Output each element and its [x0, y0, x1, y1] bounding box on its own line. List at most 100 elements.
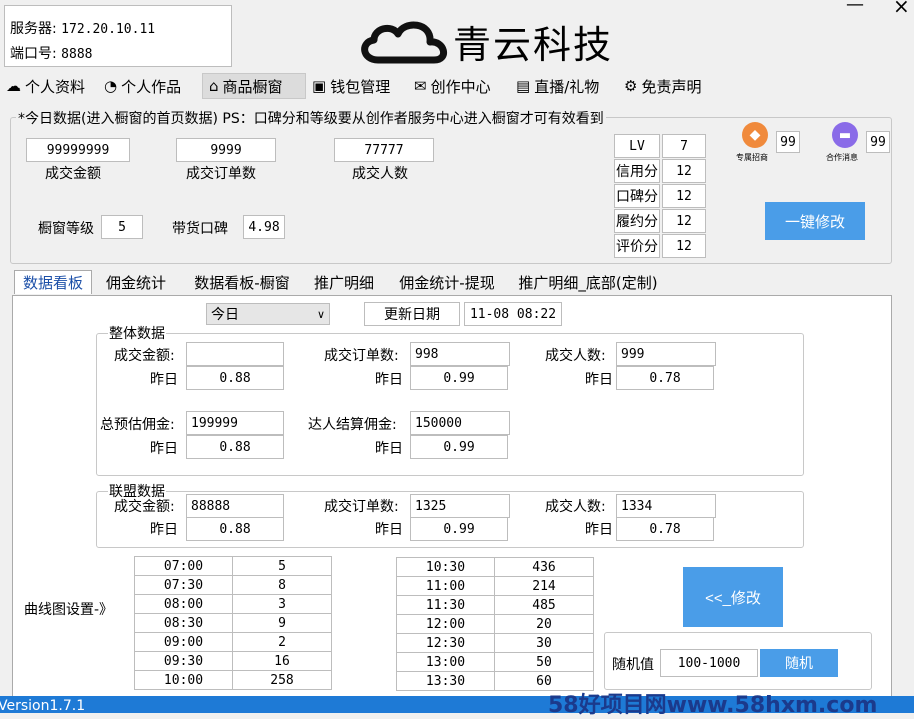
- value-cell[interactable]: 485: [494, 595, 594, 615]
- nav-item-store[interactable]: ⌂ 商品橱窗: [202, 73, 306, 99]
- coop-badge[interactable]: ▬ 合作消息: [826, 122, 866, 166]
- settled-commission-yesterday[interactable]: 0.99: [410, 435, 508, 459]
- time-cell[interactable]: 10:30: [396, 557, 495, 577]
- gmv-field[interactable]: 99999999: [26, 138, 130, 162]
- score-value[interactable]: 12: [662, 234, 706, 258]
- score-value[interactable]: 12: [662, 209, 706, 233]
- tab-promo-detail[interactable]: 推广明细: [304, 270, 384, 294]
- alliance-orders-yesterday[interactable]: 0.99: [410, 517, 508, 541]
- close-button[interactable]: ×: [893, 0, 910, 18]
- time-cell[interactable]: 07:00: [134, 556, 233, 576]
- port-row: 端口号: 8888: [10, 43, 92, 63]
- alliance-buyers-yesterday[interactable]: 0.78: [616, 517, 714, 541]
- settled-commission-field[interactable]: 150000: [410, 411, 510, 435]
- value-cell[interactable]: 3: [232, 594, 332, 614]
- overall-gmv-field[interactable]: [186, 342, 284, 366]
- alliance-gmv-field[interactable]: 88888: [186, 494, 284, 518]
- period-select-value: 今日: [211, 306, 239, 322]
- curve-table-left: 07:00 5 07:30 8 08:00 3 08:30 9 09:00 2 09:30…: [134, 556, 332, 690]
- tab-promo-detail-custom[interactable]: 推广明细_底部(定制): [508, 270, 668, 294]
- overall-buyers-field[interactable]: 999: [616, 342, 716, 366]
- nav-item-creator[interactable]: ✉ 创作中心: [414, 73, 512, 99]
- shop-level-field[interactable]: 5: [101, 215, 143, 239]
- merchant-badge[interactable]: ◆ 专属招商: [736, 122, 776, 166]
- time-cell[interactable]: 09:00: [134, 632, 233, 652]
- time-cell[interactable]: 08:00: [134, 594, 233, 614]
- coop-count: 99: [866, 131, 890, 153]
- est-commission-yesterday[interactable]: 0.88: [186, 435, 284, 459]
- yesterday-label: 昨日: [150, 372, 178, 388]
- one-click-modify-button[interactable]: 一键修改: [765, 202, 865, 240]
- modify-curve-button[interactable]: <<_修改: [683, 567, 783, 627]
- time-cell[interactable]: 07:30: [134, 575, 233, 595]
- tab-dashboard-window[interactable]: 数据看板-橱窗: [180, 270, 304, 294]
- value-cell[interactable]: 16: [232, 651, 332, 671]
- orders-field[interactable]: 9999: [176, 138, 276, 162]
- minimize-button[interactable]: —: [846, 0, 864, 15]
- time-cell[interactable]: 11:30: [396, 595, 495, 615]
- time-cell[interactable]: 08:30: [134, 613, 233, 633]
- alliance-orders-field[interactable]: 1325: [410, 494, 510, 518]
- nav-item-works[interactable]: ◔ 个人作品: [104, 73, 200, 99]
- value-cell[interactable]: 258: [232, 670, 332, 690]
- value-cell[interactable]: 436: [494, 557, 594, 577]
- overall-orders-field[interactable]: 998: [410, 342, 510, 366]
- server-row: 服务器: 172.20.10.11: [10, 18, 155, 38]
- time-cell[interactable]: 09:30: [134, 651, 233, 671]
- value-cell[interactable]: 214: [494, 576, 594, 596]
- tab-commission[interactable]: 佣金统计: [96, 270, 176, 294]
- value-cell[interactable]: 9: [232, 613, 332, 633]
- time-cell[interactable]: 13:30: [396, 671, 495, 691]
- time-cell[interactable]: 13:00: [396, 652, 495, 672]
- est-commission-field[interactable]: 199999: [186, 411, 284, 435]
- period-select[interactable]: 今日 ∨: [206, 303, 330, 325]
- score-value[interactable]: 12: [662, 159, 706, 183]
- orders-label: 成交订单数: [186, 166, 256, 182]
- overall-orders-yesterday[interactable]: 0.99: [410, 366, 508, 390]
- tab-label: 佣金统计: [105, 273, 166, 292]
- coop-badge-label: 合作消息: [826, 153, 858, 162]
- live-icon: ▤: [516, 77, 531, 95]
- table-row: 12:30 30: [396, 633, 594, 653]
- nav-item-live[interactable]: ▤ 直播/礼物: [516, 73, 620, 99]
- message-icon: ▬: [832, 122, 858, 148]
- mail-icon: ✉: [414, 77, 427, 95]
- yesterday-label: 昨日: [585, 522, 613, 538]
- score-value[interactable]: 7: [662, 134, 706, 158]
- score-value[interactable]: 12: [662, 184, 706, 208]
- reputation-field[interactable]: 4.98: [243, 215, 285, 239]
- table-row: 10:30 436: [396, 557, 594, 577]
- nav-item-profile[interactable]: ☁ 个人资料: [2, 73, 100, 99]
- overall-gmv-yesterday[interactable]: 0.88: [186, 366, 284, 390]
- table-row: 08:30 9: [134, 613, 332, 633]
- tab-commission-withdraw[interactable]: 佣金统计-提现: [388, 270, 506, 294]
- random-range-field[interactable]: 100-1000: [660, 649, 758, 677]
- alliance-buyers-field[interactable]: 1334: [616, 494, 716, 518]
- overall-buyers-yesterday[interactable]: 0.78: [616, 366, 714, 390]
- value-cell[interactable]: 30: [494, 633, 594, 653]
- nav-label: 直播/礼物: [534, 77, 600, 96]
- value-cell[interactable]: 5: [232, 556, 332, 576]
- chevron-down-icon: ∨: [316, 308, 325, 321]
- update-date-field[interactable]: 11-08 08:22: [464, 302, 562, 326]
- time-cell[interactable]: 11:00: [396, 576, 495, 596]
- time-cell[interactable]: 12:00: [396, 614, 495, 634]
- value-cell[interactable]: 2: [232, 632, 332, 652]
- buyers-field[interactable]: 77777: [334, 138, 434, 162]
- nav-item-wallet[interactable]: ▣ 钱包管理: [312, 73, 410, 99]
- tab-label: 数据看板-橱窗: [194, 273, 290, 292]
- nav-item-disclaimer[interactable]: ⚙ 免责声明: [624, 73, 722, 99]
- random-button[interactable]: 随机: [760, 649, 838, 677]
- yesterday-label: 昨日: [375, 441, 403, 457]
- update-date-label: 更新日期: [364, 302, 460, 326]
- value-cell[interactable]: 50: [494, 652, 594, 672]
- value-cell[interactable]: 20: [494, 614, 594, 634]
- time-cell[interactable]: 10:00: [134, 670, 233, 690]
- alliance-gmv-yesterday[interactable]: 0.88: [186, 517, 284, 541]
- tab-dashboard[interactable]: 数据看板: [14, 270, 92, 294]
- nav-label: 钱包管理: [330, 77, 391, 96]
- time-cell[interactable]: 12:30: [396, 633, 495, 653]
- overall-data-title: 整体数据: [108, 323, 166, 343]
- wallet-icon: ▣: [312, 77, 327, 95]
- value-cell[interactable]: 8: [232, 575, 332, 595]
